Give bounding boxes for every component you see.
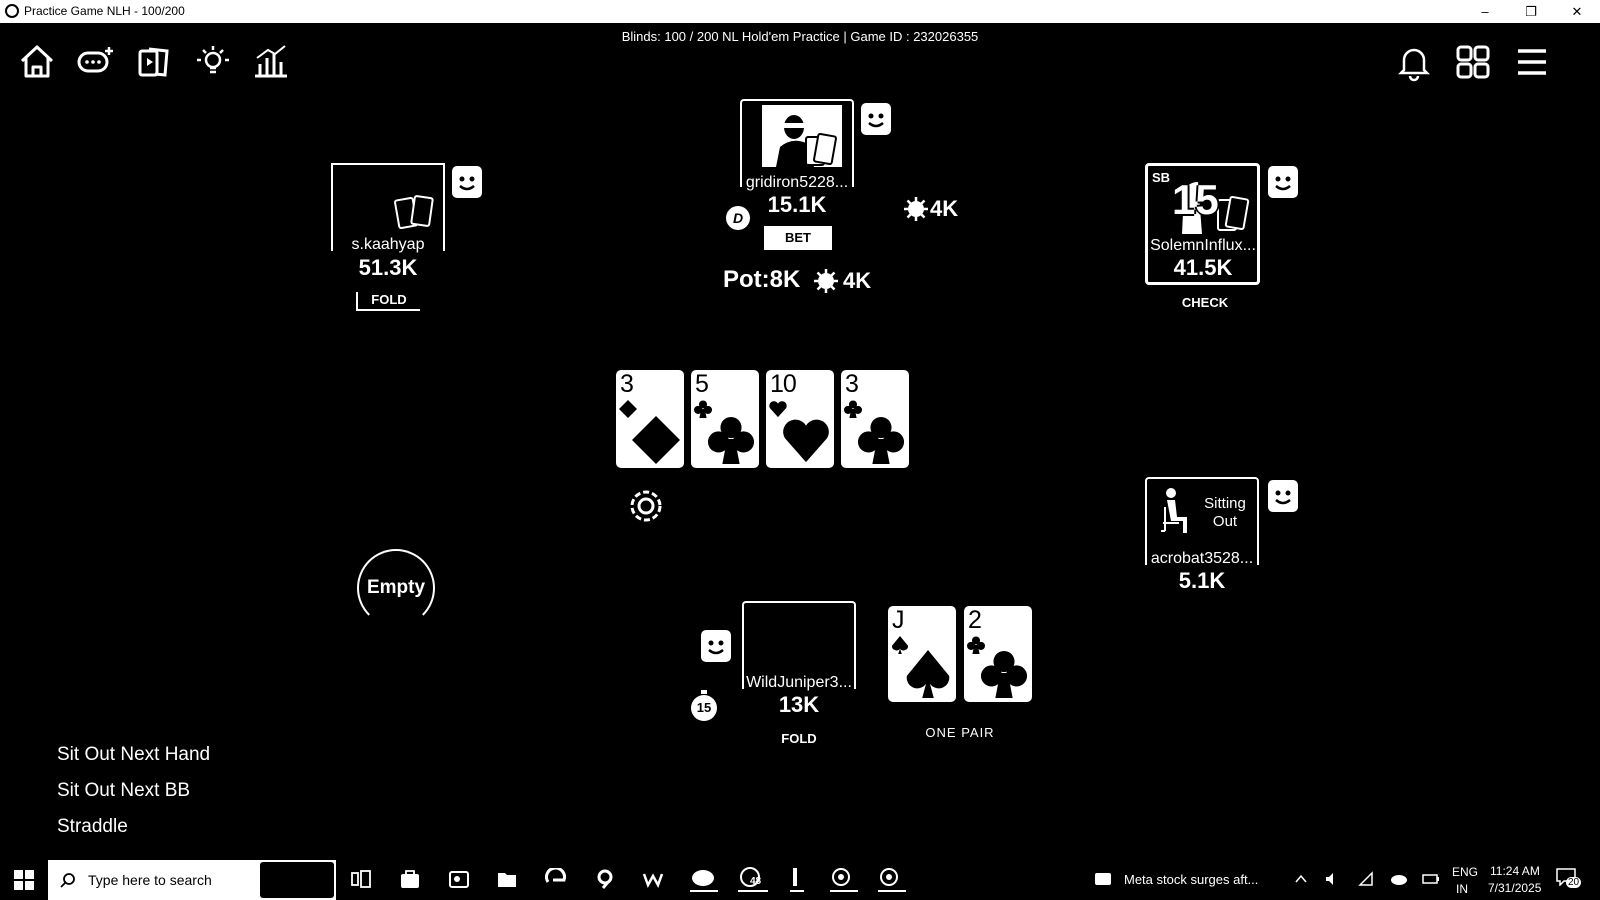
club-icon xyxy=(857,416,905,464)
dealer-button: D xyxy=(726,206,750,230)
bell-icon[interactable] xyxy=(1394,42,1434,82)
board-card: 3 xyxy=(841,370,909,468)
player-name: SolemnInflux... xyxy=(1150,237,1256,254)
diamond-icon xyxy=(632,416,680,464)
language-region: IN xyxy=(1456,882,1468,896)
title-bar: Practice Game NLH - 100/200 – ❐ ✕ xyxy=(0,0,1600,23)
wps-icon[interactable] xyxy=(642,868,664,890)
straddle-option[interactable]: Straddle xyxy=(57,816,128,838)
player-name: s.kaahyap xyxy=(351,236,425,253)
poker-app-icon[interactable] xyxy=(830,866,858,892)
emote-icon[interactable] xyxy=(861,103,891,135)
player-stack: 51.3K xyxy=(358,255,418,280)
edge-icon[interactable] xyxy=(545,866,567,890)
store-icon[interactable] xyxy=(399,868,421,890)
action-timer: 15 xyxy=(1172,176,1219,223)
chat-add-icon[interactable] xyxy=(76,42,116,82)
home-icon[interactable] xyxy=(17,42,57,82)
app-icon[interactable] xyxy=(594,868,616,890)
notification-center-icon[interactable]: 20 xyxy=(1556,868,1582,890)
hand-rank-label: ONE PAIR xyxy=(925,725,995,740)
player-name: acrobat3528... xyxy=(1150,550,1254,567)
task-view-icon[interactable] xyxy=(350,868,372,890)
lightbulb-icon[interactable] xyxy=(193,42,233,82)
whatsapp-badge: 48 xyxy=(750,876,762,887)
search-placeholder: Type here to search xyxy=(88,872,212,888)
outlook-icon[interactable] xyxy=(448,868,470,890)
sit-out-next-hand-option[interactable]: Sit Out Next Hand xyxy=(57,744,210,766)
emote-icon[interactable] xyxy=(701,630,731,662)
emote-icon[interactable] xyxy=(452,166,482,198)
folded-cards-icon xyxy=(394,195,434,230)
file-explorer-icon[interactable] xyxy=(496,868,518,890)
emote-icon[interactable] xyxy=(1268,166,1298,198)
club-icon xyxy=(707,416,755,464)
sitting-out-label-2: Out xyxy=(1212,513,1238,530)
bet-amount: 4K xyxy=(930,196,959,221)
restore-button[interactable]: ❐ xyxy=(1508,0,1554,23)
volume-icon[interactable] xyxy=(1324,871,1340,887)
game-info: Blinds: 100 / 200 NL Hold'em Practice | … xyxy=(621,29,979,44)
search-icon xyxy=(60,873,75,888)
emote-icon[interactable] xyxy=(1268,480,1298,512)
whatsapp-icon[interactable]: 48 xyxy=(738,866,768,892)
player-name: gridiron5228... xyxy=(745,174,849,191)
board-card: 5 xyxy=(691,370,759,468)
window-title: Practice Game NLH - 100/200 xyxy=(24,4,185,18)
network-icon[interactable] xyxy=(1358,871,1374,887)
minimize-button[interactable]: – xyxy=(1462,0,1508,23)
news-headline[interactable]: Meta stock surges aft... xyxy=(1124,872,1258,887)
hole-card: 2 xyxy=(964,606,1032,702)
menu-icon[interactable] xyxy=(1512,42,1552,82)
player-action: BET xyxy=(764,226,832,250)
player-avatar xyxy=(762,105,842,167)
player-name: WildJuniper3... xyxy=(746,674,852,691)
club-icon xyxy=(980,650,1028,698)
clock-time[interactable]: 11:24 AM xyxy=(1490,864,1540,878)
player-action: CHECK xyxy=(1181,295,1229,310)
stats-icon[interactable] xyxy=(251,42,291,82)
chip-icon xyxy=(813,268,839,294)
battery-icon[interactable] xyxy=(1422,872,1440,886)
player-action: FOLD xyxy=(781,731,817,746)
windows-start-icon[interactable] xyxy=(14,870,34,890)
board-card: 10 xyxy=(766,370,834,468)
sitting-person-icon xyxy=(1161,488,1187,533)
player-action: FOLD xyxy=(356,292,420,311)
grid-icon[interactable] xyxy=(1453,42,1493,82)
seat-solemninflux[interactable]: SB 15 SolemnInflux... 41.5K xyxy=(1145,163,1260,285)
clock-date: 7/31/2025 xyxy=(1488,881,1542,895)
board-card: 3 xyxy=(616,370,684,468)
player-stack: 5.1K xyxy=(1178,568,1226,593)
close-button[interactable]: ✕ xyxy=(1554,0,1600,23)
pot-side-amount: 4K xyxy=(843,268,872,293)
notification-count: 20 xyxy=(1566,877,1582,888)
loading-spinner-icon xyxy=(628,488,664,524)
empty-seat[interactable]: Empty xyxy=(357,549,435,627)
sitting-out-label: Sitting xyxy=(1204,495,1246,512)
onedrive-icon[interactable] xyxy=(1390,872,1408,886)
timebank-icon[interactable]: 15 xyxy=(689,689,719,723)
app-logo-icon xyxy=(5,4,19,18)
poker-app-icon-2[interactable] xyxy=(878,866,906,892)
sit-out-next-bb-option[interactable]: Sit Out Next BB xyxy=(57,780,190,802)
search-highlight-image xyxy=(260,862,334,898)
chevron-up-icon[interactable] xyxy=(1294,872,1308,886)
spade-icon xyxy=(906,650,950,698)
news-icon[interactable] xyxy=(1094,870,1112,888)
language-indicator[interactable]: ENG xyxy=(1452,865,1478,879)
cards-icon[interactable] xyxy=(135,42,175,82)
pot-label: Pot:8K xyxy=(723,266,801,293)
game-app-icon[interactable] xyxy=(690,866,718,892)
empty-seat-label: Empty xyxy=(366,577,426,598)
player-stack: 13K xyxy=(778,692,820,717)
chip-icon xyxy=(903,196,929,222)
taskbar-search-box[interactable]: Type here to search xyxy=(48,860,336,900)
pinned-app-icon[interactable] xyxy=(790,866,804,892)
hole-card: J xyxy=(888,606,956,702)
player-stack: 41.5K xyxy=(1173,255,1233,280)
heart-icon xyxy=(783,419,829,463)
